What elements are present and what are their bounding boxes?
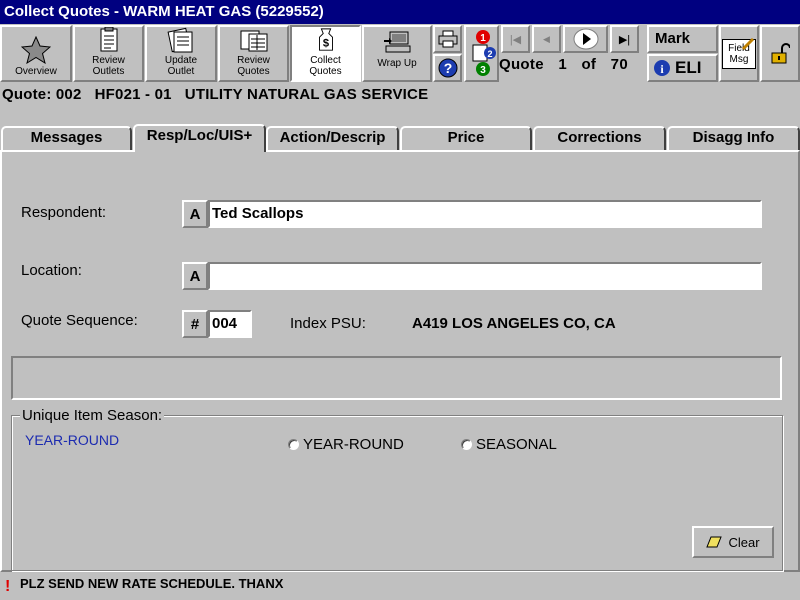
window-title: Collect Quotes - WARM HEAT GAS (5229552) xyxy=(0,0,800,24)
respondent-label: Respondent: xyxy=(21,204,107,221)
respondent-lookup-button[interactable]: A xyxy=(182,200,208,228)
quotes-sheet-icon xyxy=(240,30,267,52)
field-message-button[interactable]: Field Msg xyxy=(719,25,759,82)
status-badges-icon: 1 2 3 xyxy=(472,30,496,76)
last-quote-button[interactable]: ▶| xyxy=(610,25,639,53)
previous-icon: ◀ xyxy=(543,33,550,44)
sequence-button[interactable]: # xyxy=(182,310,208,338)
review-outlets-button[interactable]: Review Outlets xyxy=(73,25,144,82)
index-psu-value: A419 LOS ANGELES CO, CA xyxy=(412,315,616,332)
tab-strip: Messages Resp/Loc/UIS+ Action/Descrip Pr… xyxy=(0,124,800,152)
update-outlet-label: Update Outlet xyxy=(164,55,198,77)
help-icon: ? xyxy=(438,58,457,78)
help-button[interactable]: ? xyxy=(433,54,462,82)
last-icon: ▶| xyxy=(618,33,631,46)
radio-year-round-dot[interactable] xyxy=(288,439,299,450)
message-area xyxy=(11,356,782,400)
season-group-label: Unique Item Season: xyxy=(20,407,165,424)
collect-quotes-label: Collect Quotes xyxy=(309,55,342,77)
svg-text:?: ? xyxy=(443,60,452,76)
eli-indicator[interactable]: i ELI xyxy=(647,54,718,82)
user-name: Mark xyxy=(647,25,718,53)
radio-seasonal-dot[interactable] xyxy=(461,439,472,450)
document-icon xyxy=(100,27,117,52)
respondent-field[interactable]: Ted Scallops xyxy=(208,200,762,228)
pencil-icon xyxy=(741,37,755,51)
quote-sequence-field[interactable]: 004 xyxy=(208,310,252,338)
radio-year-round-label: YEAR-ROUND xyxy=(303,436,404,453)
status-badge-3: 3 xyxy=(480,65,486,76)
overview-label: Overview xyxy=(15,66,57,77)
unlock-icon xyxy=(771,42,790,63)
season-current-value: YEAR-ROUND xyxy=(25,432,120,448)
quote-counter-total: 70 xyxy=(610,56,628,73)
location-label: Location: xyxy=(21,262,82,279)
quote-counter-current: 1 xyxy=(558,56,567,73)
printer-icon xyxy=(438,30,457,48)
resp-loc-panel: Respondent: A Ted Scallops Location: A Q… xyxy=(0,150,800,572)
wrap-up-button[interactable]: Wrap Up xyxy=(362,25,432,82)
quote-counter-label: Quote xyxy=(499,56,544,73)
status-bar: ! PLZ SEND NEW RATE SCHEDULE. THANX xyxy=(0,574,800,600)
update-outlet-button[interactable]: Update Outlet xyxy=(145,25,217,82)
status-badge-1: 1 xyxy=(480,33,486,44)
quote-sequence-label: Quote Sequence: xyxy=(21,312,138,329)
clear-label: Clear xyxy=(728,534,760,550)
status-badge-2: 2 xyxy=(487,49,492,59)
unique-item-season-group: Unique Item Season: YEAR-ROUND YEAR-ROUN… xyxy=(11,407,783,571)
location-lookup-button[interactable]: A xyxy=(182,262,208,290)
svg-text:$: $ xyxy=(322,38,329,50)
quote-counter: Quote 1 of 70 xyxy=(499,56,638,73)
quote-number: Quote: 002 xyxy=(2,86,82,103)
index-psu-label: Index PSU: xyxy=(290,315,366,332)
item-code: HF021 - 01 xyxy=(94,86,172,103)
lock-button[interactable] xyxy=(760,25,800,82)
star-icon xyxy=(21,36,51,64)
tab-resp-loc-uis[interactable]: Resp/Loc/UIS+ xyxy=(133,124,266,152)
eraser-icon xyxy=(706,536,723,548)
review-quotes-button[interactable]: Review Quotes xyxy=(218,25,289,82)
previous-quote-button[interactable]: ◀ xyxy=(532,25,561,53)
status-message: PLZ SEND NEW RATE SCHEDULE. THANX xyxy=(20,576,284,591)
first-quote-button[interactable]: |◀ xyxy=(501,25,530,53)
quote-status-button[interactable]: 1 2 3 xyxy=(464,25,499,82)
dollar-bag-icon: $ xyxy=(318,28,333,51)
toolbar: Overview Review Outlets Update Outlet Re… xyxy=(0,25,800,83)
location-field[interactable] xyxy=(208,262,762,290)
review-outlets-label: Review Outlets xyxy=(92,55,125,77)
next-icon xyxy=(573,28,598,50)
tab-corrections[interactable]: Corrections xyxy=(533,126,666,150)
radio-year-round[interactable]: YEAR-ROUND xyxy=(288,436,404,453)
radio-seasonal[interactable]: SEASONAL xyxy=(461,436,557,453)
tab-action-descrip[interactable]: Action/Descrip xyxy=(266,126,399,150)
tab-price[interactable]: Price xyxy=(400,126,532,150)
ledger-icon xyxy=(167,27,193,53)
quote-header: Quote: 002 HF021 - 01 UTILITY NATURAL GA… xyxy=(2,86,428,103)
warning-icon: ! xyxy=(5,578,11,595)
radio-seasonal-label: SEASONAL xyxy=(476,436,557,453)
print-button[interactable] xyxy=(433,25,462,53)
tab-disagg-info[interactable]: Disagg Info xyxy=(667,126,800,150)
first-icon: |◀ xyxy=(509,33,522,46)
info-icon: i xyxy=(654,60,670,76)
computer-transfer-icon xyxy=(384,31,411,53)
review-quotes-label: Review Quotes xyxy=(237,55,270,77)
wrap-up-label: Wrap Up xyxy=(377,58,417,69)
next-quote-button[interactable] xyxy=(563,25,608,53)
quote-counter-of: of xyxy=(581,56,597,73)
tab-messages[interactable]: Messages xyxy=(1,126,132,150)
overview-button[interactable]: Overview xyxy=(0,25,72,82)
item-description: UTILITY NATURAL GAS SERVICE xyxy=(184,86,429,103)
clear-button[interactable]: Clear xyxy=(692,526,774,558)
eli-label: ELI xyxy=(675,58,702,77)
collect-quotes-button[interactable]: $ Collect Quotes xyxy=(290,25,361,82)
